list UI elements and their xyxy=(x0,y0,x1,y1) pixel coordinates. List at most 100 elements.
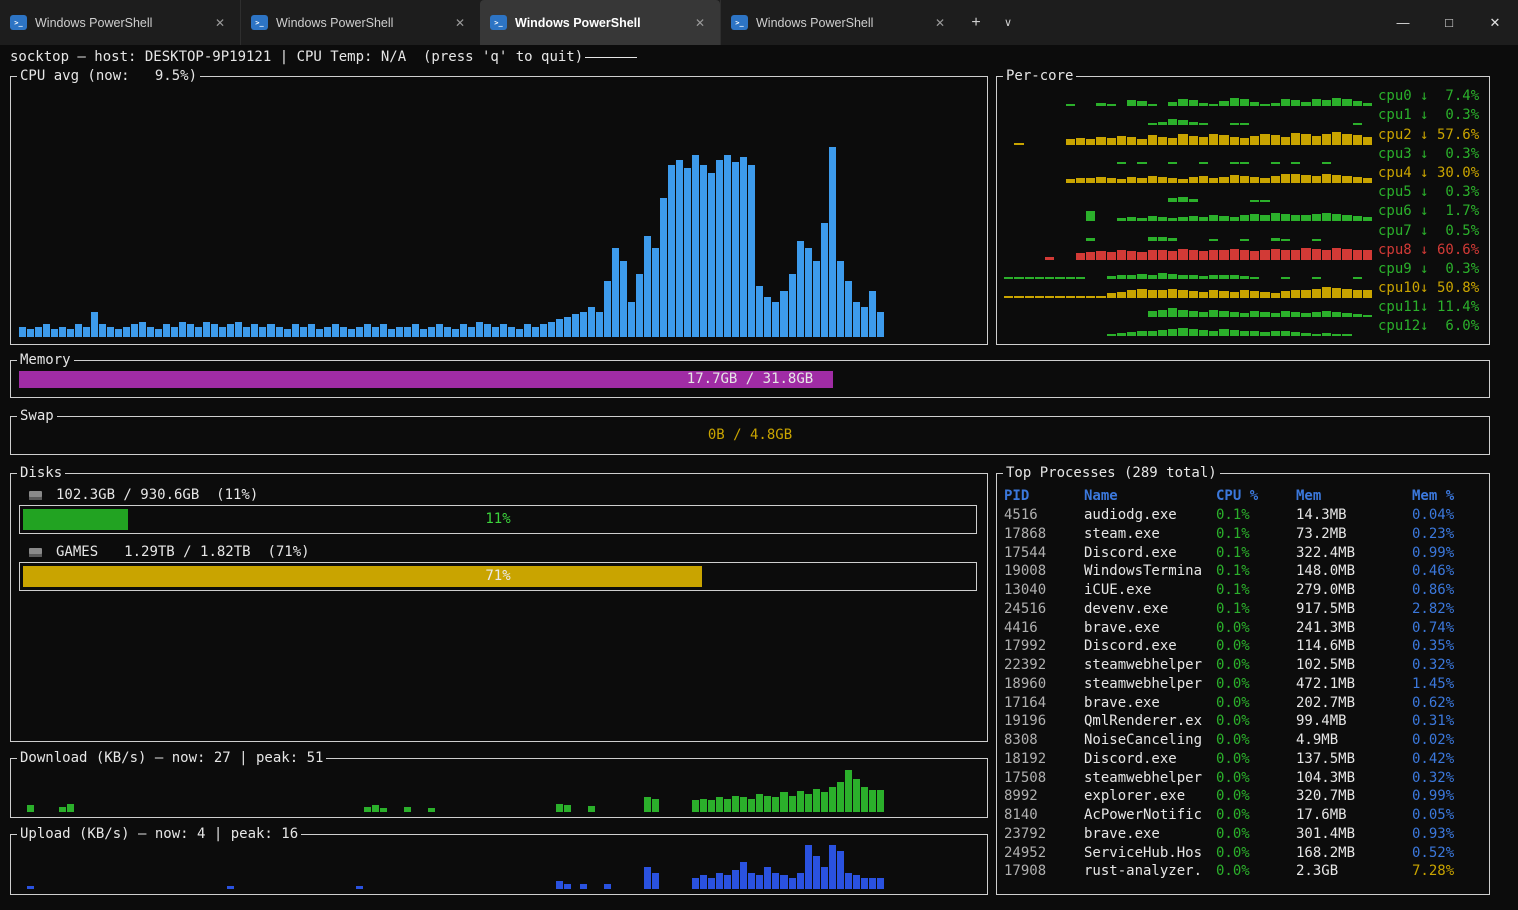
tab-close-icon[interactable]: ✕ xyxy=(450,14,470,32)
process-name: NoiseCanceling xyxy=(1084,731,1216,750)
process-mem-percent: 0.42% xyxy=(1412,750,1486,769)
process-pid: 17544 xyxy=(1004,544,1084,563)
swap-usage-label: 0B / 4.8GB xyxy=(19,427,1481,444)
core-row: cpu7 ↓ 0.5% xyxy=(1002,221,1484,240)
disk-label: 102.3GB / 930.6GB (11%) xyxy=(29,487,258,503)
core-label: cpu12↓ 6.0% xyxy=(1378,317,1482,336)
powershell-icon: >_ xyxy=(731,15,748,30)
column-header[interactable]: PID xyxy=(1004,487,1084,506)
process-row[interactable]: 23792brave.exe0.0%301.4MB0.93% xyxy=(1004,825,1486,844)
process-mem: 104.3MB xyxy=(1296,769,1412,788)
tab-windows-powershell[interactable]: >_Windows PowerShell✕ xyxy=(720,0,960,45)
download-panel: Download (KB/s) — now: 27 | peak: 51 xyxy=(10,758,988,818)
process-pid: 17992 xyxy=(1004,637,1084,656)
process-pid: 19196 xyxy=(1004,712,1084,731)
process-row[interactable]: 22392steamwebhelper0.0%102.5MB0.32% xyxy=(1004,656,1486,675)
process-name: devenv.exe xyxy=(1084,600,1216,619)
process-cpu: 0.0% xyxy=(1216,806,1296,825)
tab-close-icon[interactable]: ✕ xyxy=(210,14,230,32)
process-row[interactable]: 8308NoiseCanceling0.0%4.9MB0.02% xyxy=(1004,731,1486,750)
process-mem-percent: 0.86% xyxy=(1412,581,1486,600)
core-row: cpu1 ↓ 0.3% xyxy=(1002,106,1484,125)
drive-icon xyxy=(29,491,42,500)
process-mem-percent: 7.28% xyxy=(1412,862,1486,881)
process-row[interactable]: 8992explorer.exe0.0%320.7MB0.99% xyxy=(1004,787,1486,806)
core-row: cpu2 ↓ 57.6% xyxy=(1002,125,1484,144)
top-processes-title: Top Processes (289 total) xyxy=(1003,465,1220,482)
process-mem-percent: 0.46% xyxy=(1412,562,1486,581)
core-label: cpu4 ↓ 30.0% xyxy=(1378,164,1482,183)
process-cpu: 0.0% xyxy=(1216,619,1296,638)
process-row[interactable]: 19196QmlRenderer.ex0.0%99.4MB0.31% xyxy=(1004,712,1486,731)
core-row: cpu5 ↓ 0.3% xyxy=(1002,183,1484,202)
new-tab-button[interactable]: + xyxy=(960,0,992,45)
core-sparkline xyxy=(1004,147,1372,164)
process-cpu: 0.0% xyxy=(1216,769,1296,788)
process-cpu: 0.0% xyxy=(1216,712,1296,731)
process-row[interactable]: 17164brave.exe0.0%202.7MB0.62% xyxy=(1004,694,1486,713)
process-row[interactable]: 4516audiodg.exe0.1%14.3MB0.04% xyxy=(1004,506,1486,525)
process-pid: 17908 xyxy=(1004,862,1084,881)
process-row[interactable]: 4416brave.exe0.0%241.3MB0.74% xyxy=(1004,619,1486,638)
maximize-button[interactable]: □ xyxy=(1426,0,1472,45)
swap-title: Swap xyxy=(17,408,57,425)
process-row[interactable]: 13040iCUE.exe0.1%279.0MB0.86% xyxy=(1004,581,1486,600)
core-row: cpu4 ↓ 30.0% xyxy=(1002,164,1484,183)
process-pid: 17164 xyxy=(1004,694,1084,713)
memory-bar: 17.7GB / 31.8GB xyxy=(19,371,1481,388)
process-name: audiodg.exe xyxy=(1084,506,1216,525)
tab-close-icon[interactable]: ✕ xyxy=(690,14,710,32)
disk-name: GAMES xyxy=(56,544,98,560)
process-cpu: 0.1% xyxy=(1216,506,1296,525)
process-pid: 8308 xyxy=(1004,731,1084,750)
process-row[interactable]: 18960steamwebhelper0.0%472.1MB1.45% xyxy=(1004,675,1486,694)
process-row[interactable]: 17908rust-analyzer.0.0%2.3GB7.28% xyxy=(1004,862,1486,881)
upload-panel: Upload (KB/s) — now: 4 | peak: 16 xyxy=(10,834,988,895)
column-header[interactable]: Mem % xyxy=(1412,487,1486,506)
process-mem: 102.5MB xyxy=(1296,656,1412,675)
process-row[interactable]: 24516devenv.exe0.1%917.5MB2.82% xyxy=(1004,600,1486,619)
swap-panel: Swap 0B / 4.8GB xyxy=(10,416,1490,455)
process-row[interactable]: 18192Discord.exe0.0%137.5MB0.42% xyxy=(1004,750,1486,769)
process-pid: 4516 xyxy=(1004,506,1084,525)
tab-windows-powershell[interactable]: >_Windows PowerShell✕ xyxy=(0,0,240,45)
process-pid: 18192 xyxy=(1004,750,1084,769)
process-mem-percent: 2.82% xyxy=(1412,600,1486,619)
disk-percent-label: 71% xyxy=(20,563,976,590)
terminal-content: socktop — host: DESKTOP-9P19121 | CPU Te… xyxy=(0,45,1518,910)
process-mem-percent: 0.35% xyxy=(1412,637,1486,656)
tab-dropdown-button[interactable]: ∨ xyxy=(992,0,1024,45)
process-row[interactable]: 17992Discord.exe0.0%114.6MB0.35% xyxy=(1004,637,1486,656)
core-label: cpu9 ↓ 0.3% xyxy=(1378,260,1482,279)
column-header[interactable]: Name xyxy=(1084,487,1216,506)
core-label: cpu0 ↓ 7.4% xyxy=(1378,87,1482,106)
tab-windows-powershell[interactable]: >_Windows PowerShell✕ xyxy=(240,0,480,45)
process-cpu: 0.0% xyxy=(1216,656,1296,675)
column-header[interactable]: Mem xyxy=(1296,487,1412,506)
tab-title: Windows PowerShell xyxy=(35,16,202,30)
core-row: cpu11↓ 11.4% xyxy=(1002,298,1484,317)
disk-usage-text: 102.3GB / 930.6GB (11%) xyxy=(56,487,258,503)
process-row[interactable]: 17508steamwebhelper0.0%104.3MB0.32% xyxy=(1004,769,1486,788)
tab-windows-powershell[interactable]: >_Windows PowerShell✕ xyxy=(480,0,720,45)
process-pid: 8992 xyxy=(1004,787,1084,806)
column-header[interactable]: CPU % xyxy=(1216,487,1296,506)
process-row[interactable]: 17868steam.exe0.1%73.2MB0.23% xyxy=(1004,525,1486,544)
disks-panel: Disks 102.3GB / 930.6GB (11%) 11% GAMES … xyxy=(10,473,988,742)
core-sparkline xyxy=(1004,319,1372,336)
tab-close-icon[interactable]: ✕ xyxy=(930,14,950,32)
process-mem: 241.3MB xyxy=(1296,619,1412,638)
process-row[interactable]: 24952ServiceHub.Hos0.0%168.2MB0.52% xyxy=(1004,844,1486,863)
tab-strip: >_Windows PowerShell✕>_Windows PowerShel… xyxy=(0,0,960,45)
core-sparkline xyxy=(1004,224,1372,241)
process-name: iCUE.exe xyxy=(1084,581,1216,600)
process-row[interactable]: 19008WindowsTermina0.1%148.0MB0.46% xyxy=(1004,562,1486,581)
process-name: explorer.exe xyxy=(1084,787,1216,806)
process-row[interactable]: 17544Discord.exe0.1%322.4MB0.99% xyxy=(1004,544,1486,563)
close-button[interactable]: ✕ xyxy=(1472,0,1518,45)
process-mem: 917.5MB xyxy=(1296,600,1412,619)
download-title: Download (KB/s) — now: 27 | peak: 51 xyxy=(17,750,326,767)
process-row[interactable]: 8140AcPowerNotific0.0%17.6MB0.05% xyxy=(1004,806,1486,825)
core-sparkline xyxy=(1004,204,1372,221)
minimize-button[interactable]: — xyxy=(1380,0,1426,45)
